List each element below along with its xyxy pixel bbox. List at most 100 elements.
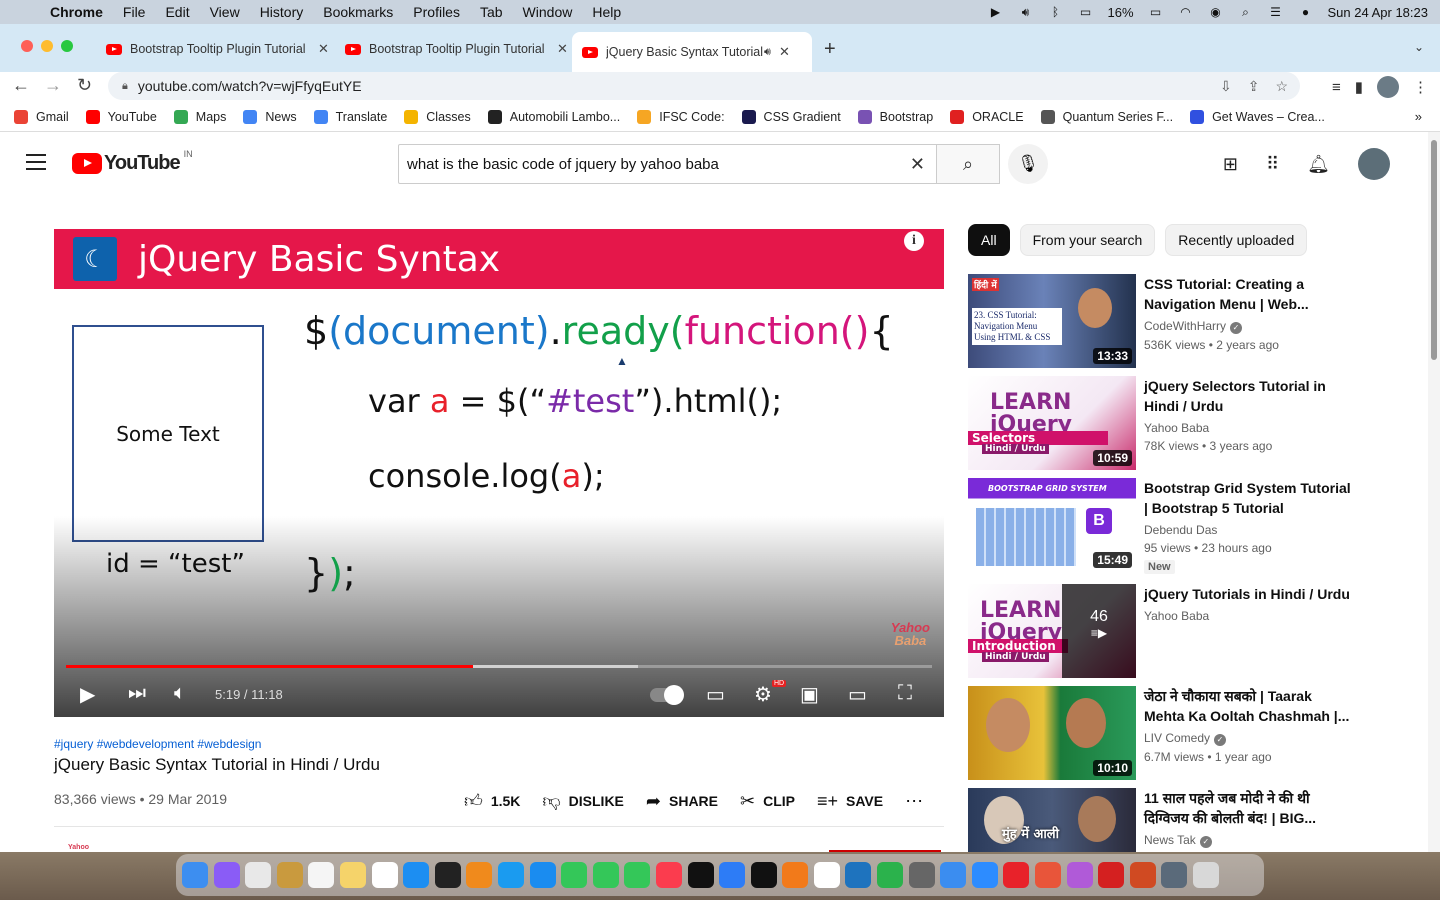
dock-app-icon[interactable] [1035,862,1062,888]
dock-app-icon[interactable] [561,862,588,888]
search-input[interactable]: what is the basic code of jquery by yaho… [398,144,938,184]
bookmarks-overflow-icon[interactable]: » [1415,109,1422,124]
progress-bar[interactable] [66,665,932,668]
video-player[interactable]: ☾ jQuery Basic Syntax i Some Text id = “… [54,216,944,717]
dock-app-icon[interactable] [877,862,904,888]
dock-app-icon[interactable] [497,862,524,888]
dock-app-icon[interactable] [308,862,335,888]
dock-app-icon[interactable] [1193,862,1219,888]
video-hashtags[interactable]: #jquery #webdevelopment #webdesign [54,737,261,751]
recommended-video[interactable]: LEARN jQuery Selectors Hindi / Urdu 10:5… [968,376,1368,470]
dock-app-icon[interactable] [434,862,461,888]
control-center-icon[interactable]: ☰ [1268,5,1284,19]
url-text[interactable]: youtube.com/watch?v=wjFfyqEutYE [138,78,362,94]
zoom-window-button[interactable] [61,40,73,52]
recommended-title[interactable]: जेठा ने चौकाया सबको | Taarak Mehta Ka Oo… [1144,686,1354,726]
new-tab-button[interactable]: + [824,38,836,61]
video-thumbnail[interactable]: हिंदी में 23. CSS Tutorial: Navigation M… [968,274,1136,368]
bookmark-maps[interactable]: Maps [173,109,226,124]
hamburger-menu-icon[interactable] [26,154,46,175]
back-arrow-icon[interactable]: ← [12,75,30,96]
video-thumbnail[interactable]: 10:10 [968,686,1136,780]
menu-view[interactable]: View [200,4,250,20]
scrollbar-thumb[interactable] [1431,140,1437,360]
search-button[interactable]: ⌕ [936,144,1000,184]
bookmark-classes[interactable]: Classes [404,109,471,124]
dock-app-icon[interactable] [687,862,714,888]
display-icon[interactable]: ▭ [1077,5,1093,19]
bookmark-ifsc[interactable]: IFSC Code: [637,109,725,124]
dock-app-icon[interactable] [719,862,746,888]
forward-arrow-icon[interactable]: → [44,75,62,96]
dock-app-icon[interactable] [529,862,556,888]
media-play-icon[interactable]: ▶ [987,5,1003,19]
siri-icon[interactable]: ● [1298,5,1314,19]
bookmark-star-icon[interactable]: ☆ [1275,78,1288,95]
video-thumbnail[interactable]: BOOTSTRAP GRID SYSTEM B 15:49 [968,478,1136,572]
minimize-window-button[interactable] [41,40,53,52]
dock-app-icon[interactable] [813,862,840,888]
share-button[interactable]: ➦ SHARE [646,791,718,812]
chip-all[interactable]: All [968,224,1010,256]
bookmark-gmail[interactable]: Gmail [14,109,69,124]
spotlight-icon[interactable]: ⌕ [1238,5,1254,19]
recommended-title[interactable]: jQuery Tutorials in Hindi / Urdu [1144,584,1354,604]
dock-app-icon[interactable] [655,862,682,888]
recommended-title[interactable]: Bootstrap Grid System Tutorial | Bootstr… [1144,478,1354,518]
browser-tab-1[interactable]: Bootstrap Tooltip Plugin Tutorial ✕ [96,34,339,64]
dock-app-icon[interactable] [592,862,619,888]
autoplay-toggle[interactable] [650,685,684,705]
more-actions-button[interactable]: ⋯ [905,791,931,812]
address-bar[interactable]: 🔒︎ youtube.com/watch?v=wjFfyqEutYE ⇩ ⇪ ☆ [108,72,1300,100]
tab-audio-icon[interactable]: 🔊︎ [764,46,771,59]
dock-app-icon[interactable] [371,862,398,888]
recommended-video[interactable]: BOOTSTRAP GRID SYSTEM B 15:49 Bootstrap … [968,478,1368,574]
menu-bookmarks[interactable]: Bookmarks [313,4,403,20]
menu-profiles[interactable]: Profiles [403,4,470,20]
browser-tab-active[interactable]: jQuery Basic Syntax Tutorial 🔊︎ ✕ [572,32,812,72]
dock-app-icon[interactable] [1129,862,1156,888]
dock-app-icon[interactable] [213,862,240,888]
like-button[interactable]: 👍︎ 1.5K [464,790,520,812]
dock-app-icon[interactable] [1066,862,1093,888]
video-thumbnail[interactable]: LEARN jQuery Selectors Hindi / Urdu 10:5… [968,376,1136,470]
dock-app-icon[interactable] [245,862,272,888]
play-icon[interactable]: ▶ [80,682,95,707]
dock-app-icon[interactable] [403,862,430,888]
media-queue-icon[interactable]: ≡ [1332,79,1341,96]
clear-search-icon[interactable]: ✕ [910,154,925,175]
menu-window[interactable]: Window [513,4,583,20]
next-video-icon[interactable]: ⏭︎ [128,682,146,705]
channel-logo[interactable]: Yahoo [68,844,89,851]
dock-app-icon[interactable] [782,862,809,888]
subtitles-icon[interactable]: ▭ [706,682,725,707]
user-icon[interactable]: ◉ [1208,5,1224,19]
recommended-title[interactable]: CSS Tutorial: Creating a Navigation Menu… [1144,274,1354,314]
dock-app-icon[interactable] [339,862,366,888]
menu-edit[interactable]: Edit [155,4,199,20]
save-button[interactable]: ≡+ SAVE [817,791,883,812]
bookmark-youtube[interactable]: YouTube [85,109,157,124]
menu-app-name[interactable]: Chrome [40,4,113,20]
wifi-icon[interactable]: ◠ [1178,5,1194,19]
recommended-title[interactable]: jQuery Selectors Tutorial in Hindi / Urd… [1144,376,1354,416]
recommended-video[interactable]: हिंदी में 23. CSS Tutorial: Navigation M… [968,274,1368,368]
bookmark-bootstrap[interactable]: Bootstrap [857,109,933,124]
dock-app-icon[interactable] [845,862,872,888]
apps-grid-icon[interactable]: ⠿ [1266,154,1279,175]
close-tab-icon[interactable]: ✕ [318,41,329,57]
chip-recently-uploaded[interactable]: Recently uploaded [1165,224,1308,256]
menu-help[interactable]: Help [582,4,631,20]
close-tab-icon[interactable]: ✕ [557,41,568,57]
recommended-channel[interactable]: News Tak ✓ [1144,833,1212,848]
menu-history[interactable]: History [250,4,314,20]
clip-button[interactable]: ✂ CLIP [740,791,795,812]
youtube-logo[interactable]: YouTube IN [72,149,193,175]
lock-icon[interactable]: 🔒︎ [122,80,128,93]
theater-mode-icon[interactable]: ▭ [848,682,867,707]
volume-icon[interactable]: 🔈︎ [174,682,186,705]
info-card-icon[interactable]: i [904,231,924,251]
dock-app-icon[interactable] [1098,862,1125,888]
playlist-thumbnail[interactable]: LEARN jQuery Introduction Hindi / Urdu 4… [968,584,1136,678]
bookmark-quantum[interactable]: Quantum Series F... [1040,109,1173,124]
